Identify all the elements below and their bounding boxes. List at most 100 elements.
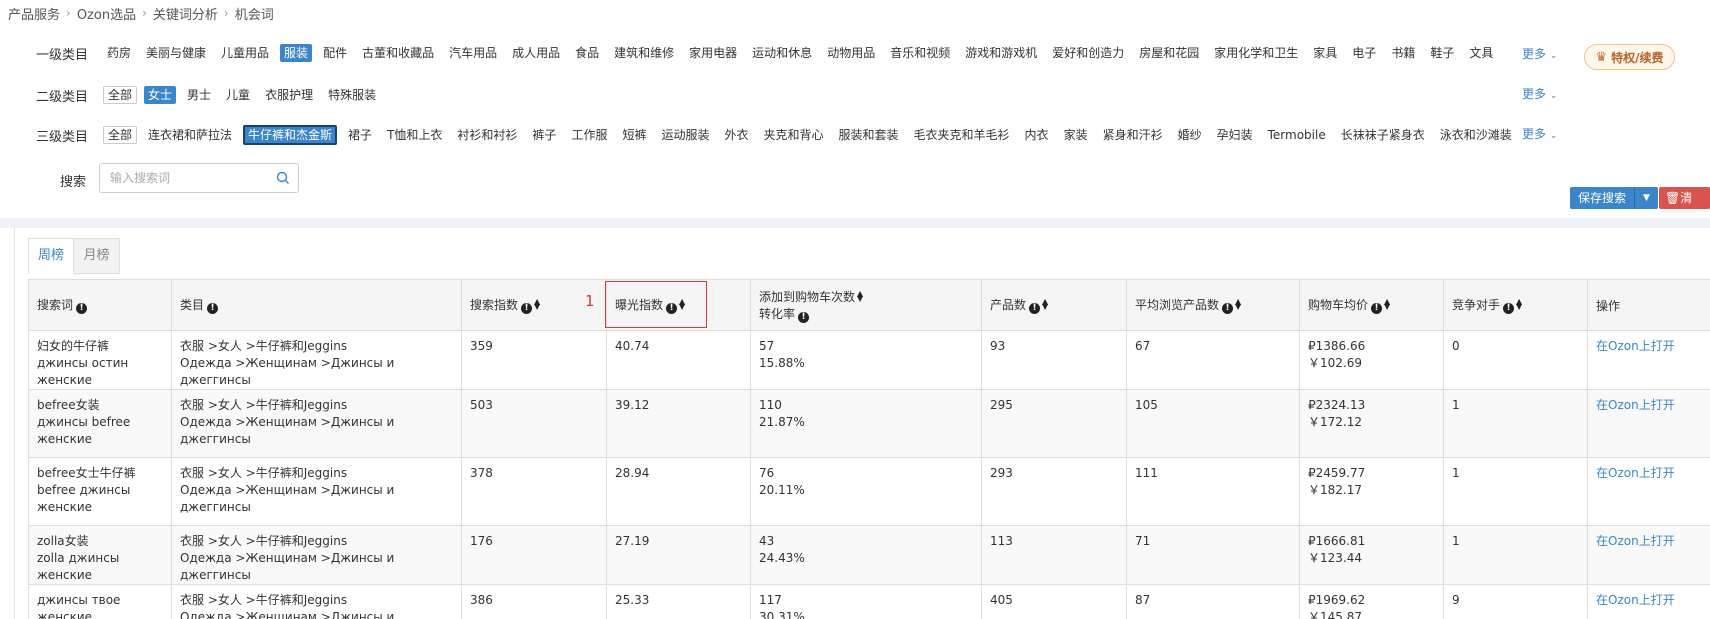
sort-icon[interactable]: ▲ ▼ bbox=[1042, 298, 1050, 311]
sort-icon[interactable]: ▲ ▼ bbox=[1235, 298, 1243, 311]
level3-chip[interactable]: 家装 bbox=[1060, 126, 1092, 144]
level3-chip[interactable]: 内衣 bbox=[1021, 126, 1053, 144]
level3-all-chip[interactable]: 全部 bbox=[103, 126, 138, 144]
level1-chip[interactable]: 文具 bbox=[1465, 44, 1497, 62]
breadcrumb-item[interactable]: Ozon选品 bbox=[77, 4, 136, 23]
level3-chip[interactable]: 短裤 bbox=[618, 126, 650, 144]
level3-chip[interactable]: 工作服 bbox=[567, 126, 611, 144]
level3-chip[interactable]: 裤子 bbox=[528, 126, 560, 144]
cell-exposure-index: 40.74 bbox=[606, 330, 751, 390]
level2-more-button[interactable]: 更多 ⌄ bbox=[1522, 85, 1557, 102]
info-icon[interactable]: ! bbox=[1503, 303, 1515, 314]
level2-chip[interactable]: 儿童 bbox=[222, 86, 254, 104]
cell-cart-price-value: ￥145.87 bbox=[1308, 610, 1362, 619]
level1-chip[interactable]: 家用化学和卫生 bbox=[1210, 44, 1302, 62]
level1-chip[interactable]: 游戏和游戏机 bbox=[961, 44, 1041, 62]
level3-chip[interactable]: 衬衫和衬衫 bbox=[453, 126, 521, 144]
level1-chip[interactable]: 爱好和创造力 bbox=[1048, 44, 1128, 62]
info-icon[interactable]: ! bbox=[521, 303, 533, 314]
info-icon[interactable]: ! bbox=[1029, 303, 1041, 314]
level3-chip[interactable]: 运动服装 bbox=[657, 126, 713, 144]
level1-chip[interactable]: 动物用品 bbox=[823, 44, 879, 62]
level1-chip[interactable]: 成人用品 bbox=[508, 44, 564, 62]
level1-chip[interactable]: 服装 bbox=[280, 44, 313, 62]
cell-action-value[interactable]: 在Ozon上打开 bbox=[1596, 398, 1675, 412]
annotation-number: 1 bbox=[585, 292, 595, 310]
level3-chip[interactable]: 紧身和汗衫 bbox=[1099, 126, 1167, 144]
sort-icon[interactable]: ▲ ▼ bbox=[1516, 298, 1524, 311]
level1-chip[interactable]: 房屋和花园 bbox=[1135, 44, 1203, 62]
level1-chip[interactable]: 建筑和维修 bbox=[610, 44, 678, 62]
level3-chip[interactable]: 连衣裙和萨拉法 bbox=[144, 126, 236, 144]
header-avg-viewed[interactable]: 平均浏览产品数 !▲ ▼ bbox=[1126, 279, 1300, 331]
info-icon[interactable]: ! bbox=[76, 303, 88, 314]
info-icon[interactable]: ! bbox=[798, 311, 810, 323]
header-cart-price[interactable]: 购物车均价 !▲ ▼ bbox=[1299, 279, 1444, 331]
level3-chip[interactable]: 裙子 bbox=[344, 126, 376, 144]
header-competitors[interactable]: 竞争对手 !▲ ▼ bbox=[1443, 279, 1588, 331]
cell-avg-viewed: 87 bbox=[1126, 584, 1300, 619]
level3-more-button[interactable]: 更多 ⌄ bbox=[1522, 125, 1557, 142]
breadcrumb-item[interactable]: 关键词分析 bbox=[153, 4, 218, 23]
header-label: 曝光指数 bbox=[615, 298, 664, 312]
info-icon[interactable]: ! bbox=[1371, 303, 1383, 314]
sort-icon[interactable]: ▲ ▼ bbox=[679, 298, 687, 311]
chevron-right-icon: › bbox=[223, 6, 229, 20]
level2-chip[interactable]: 女士 bbox=[144, 86, 177, 104]
cell-action-value[interactable]: 在Ozon上打开 bbox=[1596, 593, 1675, 607]
level3-chip[interactable]: 毛衣夹克和羊毛衫 bbox=[910, 126, 1014, 144]
header-product-count[interactable]: 产品数 !▲ ▼ bbox=[981, 279, 1127, 331]
level3-chip[interactable]: 长袜袜子紧身衣 bbox=[1337, 126, 1429, 144]
cell-action-value[interactable]: 在Ozon上打开 bbox=[1596, 534, 1675, 548]
caret-down-icon[interactable]: ▼ bbox=[1634, 187, 1659, 209]
level1-chip[interactable]: 古董和收藏品 bbox=[358, 44, 438, 62]
level1-chip[interactable]: 音乐和视频 bbox=[886, 44, 954, 62]
sort-icon[interactable]: ▲ ▼ bbox=[534, 298, 542, 311]
level2-chip[interactable]: 衣服护理 bbox=[261, 86, 317, 104]
level1-chip[interactable]: 汽车用品 bbox=[445, 44, 501, 62]
level1-chip[interactable]: 电子 bbox=[1348, 44, 1380, 62]
level3-chip[interactable]: 外衣 bbox=[720, 126, 752, 144]
level1-chip[interactable]: 食品 bbox=[571, 44, 603, 62]
search-icon[interactable] bbox=[276, 171, 290, 185]
level2-chip[interactable]: 特殊服装 bbox=[324, 86, 380, 104]
level3-chip[interactable]: 牛仔裤和杰金斯 bbox=[243, 125, 338, 145]
level1-chip[interactable]: 美丽与健康 bbox=[142, 44, 210, 62]
info-icon[interactable]: ! bbox=[666, 303, 678, 314]
tab-weekly[interactable]: 周榜 bbox=[28, 238, 74, 274]
level1-chip[interactable]: 鞋子 bbox=[1426, 44, 1458, 62]
level3-chip[interactable]: 孕妇装 bbox=[1213, 126, 1257, 144]
level1-chip[interactable]: 书籍 bbox=[1387, 44, 1419, 62]
save-search-button[interactable]: 保存搜索 bbox=[1570, 187, 1635, 209]
level3-chip[interactable]: Termobile bbox=[1264, 126, 1330, 144]
level1-chip[interactable]: 儿童用品 bbox=[217, 44, 273, 62]
level1-chip[interactable]: 运动和休息 bbox=[748, 44, 816, 62]
breadcrumb-item[interactable]: 产品服务 bbox=[8, 4, 60, 23]
clear-button[interactable]: 🗑清空 bbox=[1659, 187, 1710, 227]
level3-chip[interactable]: 泳衣和沙滩装 bbox=[1436, 126, 1516, 144]
header-exposure-index[interactable]: 曝光指数 !▲ ▼ bbox=[606, 279, 751, 331]
level1-chip[interactable]: 药房 bbox=[103, 44, 135, 62]
level3-chip[interactable]: 服装和套装 bbox=[835, 126, 903, 144]
level1-more-button[interactable]: 更多 ⌄ bbox=[1522, 45, 1557, 62]
level1-chip[interactable]: 配件 bbox=[319, 44, 351, 62]
level3-chip[interactable]: 夹克和背心 bbox=[760, 126, 828, 144]
sort-icon[interactable]: ▲ ▼ bbox=[1384, 298, 1392, 311]
tab-monthly[interactable]: 月榜 bbox=[74, 238, 120, 274]
info-icon[interactable]: ! bbox=[207, 303, 219, 314]
level3-chip[interactable]: T恤和上衣 bbox=[383, 126, 446, 144]
sort-icon[interactable]: ▲ ▼ bbox=[857, 289, 865, 302]
level1-chip[interactable]: 家用电器 bbox=[685, 44, 741, 62]
vip-renew-button[interactable]: ♛ 特权/续费 bbox=[1584, 44, 1675, 70]
info-icon[interactable]: ! bbox=[1222, 303, 1234, 314]
level2-all-chip[interactable]: 全部 bbox=[103, 86, 138, 104]
cell-action-value[interactable]: 在Ozon上打开 bbox=[1596, 466, 1675, 480]
level3-chip[interactable]: 婚纱 bbox=[1174, 126, 1206, 144]
level1-chip[interactable]: 家具 bbox=[1309, 44, 1341, 62]
cell-cart-conversion-value: 110 bbox=[759, 398, 782, 412]
level2-chip[interactable]: 男士 bbox=[183, 86, 215, 104]
cell-action-value[interactable]: 在Ozon上打开 bbox=[1596, 339, 1675, 353]
search-input[interactable] bbox=[100, 164, 265, 192]
header-cart-adds[interactable]: 添加到购物车次数 ▲ ▼ 转化率! bbox=[750, 279, 982, 331]
cell-competitors-value: 0 bbox=[1452, 339, 1460, 353]
